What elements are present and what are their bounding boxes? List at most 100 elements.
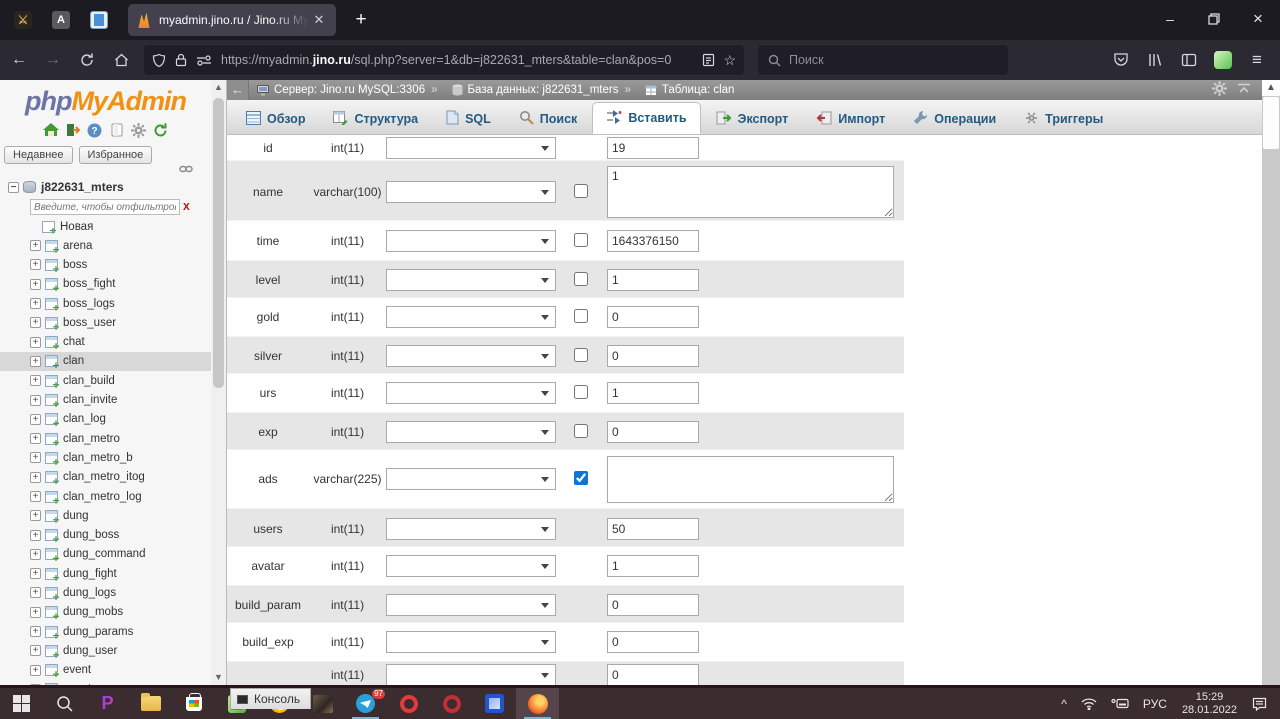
function-select[interactable] — [386, 345, 556, 367]
sidebar-table-dung_mobs[interactable]: +dung_mobs — [0, 603, 211, 622]
language-indicator[interactable]: РУС — [1136, 688, 1174, 719]
link-icon[interactable] — [179, 160, 193, 178]
null-checkbox[interactable] — [574, 272, 588, 286]
sidebar-new-table[interactable]: Новая — [0, 217, 211, 236]
expand-icon[interactable]: + — [30, 587, 41, 598]
expand-icon[interactable]: + — [30, 645, 41, 656]
tab-экспорт[interactable]: Экспорт — [703, 104, 802, 134]
expand-icon[interactable]: + — [30, 607, 41, 618]
expand-icon[interactable]: + — [30, 549, 41, 560]
permissions-toggle-icon[interactable] — [196, 54, 212, 66]
tab-обзор[interactable]: Обзор — [233, 104, 318, 134]
expand-icon[interactable]: + — [30, 279, 41, 290]
sidebar-table-boss_user[interactable]: +boss_user — [0, 313, 211, 332]
function-select[interactable] — [386, 137, 556, 159]
wifi-icon[interactable] — [1074, 688, 1104, 719]
function-select[interactable] — [386, 631, 556, 653]
value-input[interactable] — [607, 382, 699, 404]
home-icon[interactable] — [43, 122, 59, 138]
value-textarea[interactable] — [607, 456, 894, 503]
search-bar[interactable]: Поиск — [758, 45, 1008, 75]
null-checkbox[interactable] — [574, 184, 588, 198]
taskbar-telegram-button[interactable]: 97 — [344, 688, 387, 719]
sidebar-table-chat[interactable]: +chat — [0, 332, 211, 351]
value-input[interactable] — [607, 230, 699, 252]
function-select[interactable] — [386, 518, 556, 540]
favorite-tables-button[interactable]: Избранное — [79, 146, 153, 164]
phpmyadmin-logo[interactable]: phpMyAdmin — [0, 86, 211, 117]
window-close-button[interactable]: × — [1236, 0, 1280, 38]
expand-icon[interactable]: + — [30, 356, 41, 367]
collapse-sidebar-button[interactable]: ← — [227, 80, 249, 100]
function-select[interactable] — [386, 181, 556, 203]
taskbar-blue-app-button[interactable] — [473, 688, 516, 719]
url-bar[interactable]: https://myadmin.jino.ru/sql.php?server=1… — [144, 45, 744, 75]
null-checkbox[interactable] — [574, 424, 588, 438]
home-button[interactable] — [106, 46, 136, 74]
sidebar-table-clan_metro_b[interactable]: +clan_metro_b — [0, 448, 211, 467]
sidebar-table-event[interactable]: +event — [0, 661, 211, 680]
taskbar-picsart-button[interactable]: P — [86, 688, 129, 719]
breadcrumb-server[interactable]: Сервер: Jino.ru MySQL:3306 — [274, 84, 425, 96]
function-select[interactable] — [386, 269, 556, 291]
null-checkbox[interactable] — [574, 233, 588, 247]
expand-icon[interactable]: + — [30, 530, 41, 541]
console-button[interactable]: Консоль — [230, 688, 311, 709]
expand-icon[interactable]: + — [30, 452, 41, 463]
sidebar-table-arena[interactable]: +arena — [0, 236, 211, 255]
tab-структура[interactable]: Структура — [320, 104, 431, 134]
value-input[interactable] — [607, 555, 699, 577]
taskbar-explorer-button[interactable] — [129, 688, 172, 719]
logout-icon[interactable] — [65, 122, 81, 138]
expand-icon[interactable]: + — [30, 375, 41, 386]
reload-button[interactable] — [72, 46, 102, 74]
value-input[interactable] — [607, 421, 699, 443]
sidebar-table-clan_metro_itog[interactable]: +clan_metro_itog — [0, 468, 211, 487]
expand-icon[interactable]: + — [30, 414, 41, 425]
pinned-tab[interactable]: A — [46, 5, 76, 35]
function-select[interactable] — [386, 594, 556, 616]
tab-вставить[interactable]: Вставить — [592, 102, 700, 134]
extension-icon[interactable] — [1208, 46, 1238, 74]
window-minimize-button[interactable]: – — [1148, 0, 1192, 38]
pocket-icon[interactable] — [1106, 46, 1136, 74]
expand-icon[interactable]: + — [30, 491, 41, 502]
sidebar-table-dung_user[interactable]: +dung_user — [0, 641, 211, 660]
breadcrumb-database[interactable]: База данных: j822631_mters — [468, 84, 619, 96]
tab-поиск[interactable]: Поиск — [506, 104, 591, 134]
tab-импорт[interactable]: Импорт — [803, 104, 898, 134]
taskbar-search-button[interactable] — [43, 688, 86, 719]
function-select[interactable] — [386, 382, 556, 404]
menu-icon[interactable]: ≡ — [1242, 46, 1272, 74]
sidebar-table-dung_params[interactable]: +dung_params — [0, 622, 211, 641]
value-input[interactable] — [607, 345, 699, 367]
scrollbar-thumb[interactable] — [213, 98, 224, 388]
scrollbar-thumb[interactable] — [1263, 97, 1279, 149]
back-button[interactable]: ← — [4, 46, 34, 74]
table-filter-input[interactable] — [30, 199, 180, 215]
value-input[interactable] — [607, 518, 699, 540]
null-checkbox[interactable] — [574, 309, 588, 323]
value-input[interactable] — [607, 594, 699, 616]
taskbar-opera-gx-button[interactable] — [430, 688, 473, 719]
function-select[interactable] — [386, 306, 556, 328]
tab-sql[interactable]: SQL — [433, 104, 504, 134]
breadcrumb-table[interactable]: Таблица: clan — [662, 84, 735, 96]
tab-триггеры[interactable]: Триггеры — [1011, 104, 1116, 134]
expand-icon[interactable]: + — [30, 395, 41, 406]
taskbar-start-button[interactable] — [0, 688, 43, 719]
scroll-up-icon[interactable]: ▲ — [211, 80, 226, 95]
help-icon[interactable]: ? — [87, 122, 103, 138]
expand-icon[interactable]: + — [30, 665, 41, 676]
function-select[interactable] — [386, 230, 556, 252]
content-scrollbar[interactable]: ▲ — [1262, 80, 1280, 685]
function-select[interactable] — [386, 421, 556, 443]
pinned-tab[interactable]: ⚔ — [8, 5, 38, 35]
sidebar-table-clan_log[interactable]: +clan_log — [0, 410, 211, 429]
page-settings-icon[interactable] — [1212, 81, 1227, 99]
bookmark-star-icon[interactable]: ☆ — [723, 52, 736, 69]
forward-button[interactable]: → — [38, 46, 68, 74]
refresh-icon[interactable] — [153, 122, 169, 138]
expand-icon[interactable]: + — [30, 259, 41, 270]
sidebar-table-boss_logs[interactable]: +boss_logs — [0, 294, 211, 313]
